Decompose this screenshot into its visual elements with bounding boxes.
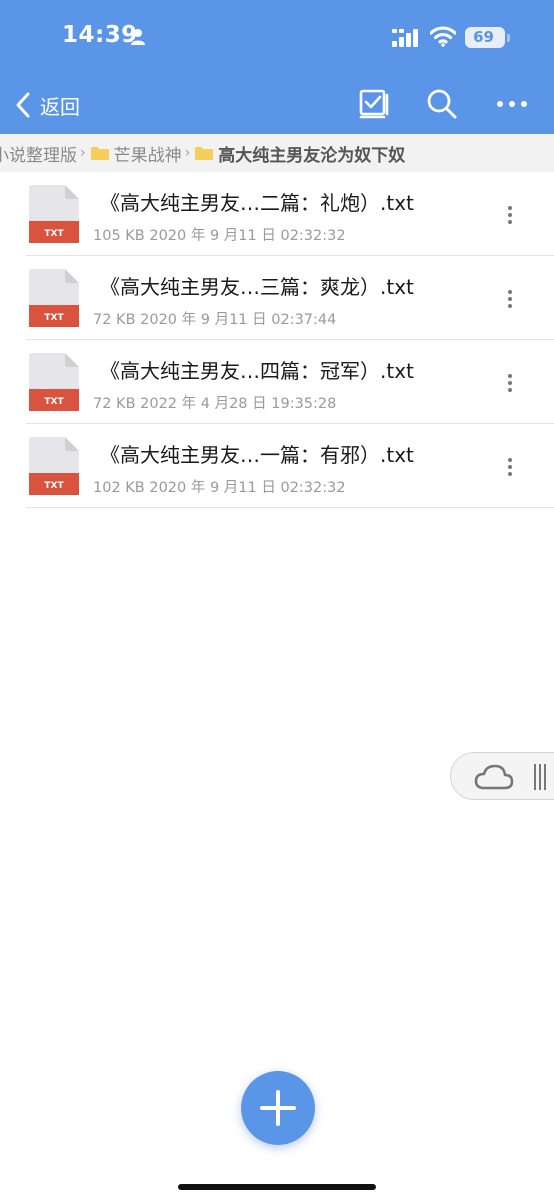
- battery-level: 69: [473, 28, 494, 46]
- home-indicator: [178, 1184, 376, 1190]
- breadcrumb: 小说整理版 › 芒果战神 › 高大纯主男友沦为奴下奴: [0, 134, 554, 172]
- battery-cap: [507, 34, 510, 42]
- breadcrumb-item[interactable]: 小说整理版: [0, 141, 77, 166]
- person-icon: [131, 29, 145, 45]
- file-meta: 102 KB 2020 年 9 月11 日 02:32:32: [93, 480, 346, 496]
- file-more-button[interactable]: [498, 368, 522, 398]
- file-more-button[interactable]: [498, 452, 522, 482]
- cellular-signal-icon: [392, 29, 418, 47]
- folder-icon: [90, 146, 109, 160]
- breadcrumb-label: 芒果战神: [113, 145, 182, 166]
- nav-bar: 返回: [0, 72, 554, 134]
- cloud-icon: [474, 764, 514, 790]
- file-list: TXT 《高大纯主男友…二篇：礼炮）.txt 105 KB 2020 年 9 月…: [0, 172, 554, 508]
- back-button[interactable]: 返回: [14, 88, 80, 122]
- file-meta: 72 KB 2020 年 9 月11 日 02:37:44: [93, 312, 337, 328]
- multi-select-icon: [359, 89, 389, 119]
- breadcrumb-item-current[interactable]: 高大纯主男友沦为奴下奴: [194, 141, 405, 166]
- app-header: 14:39 69 返回: [0, 0, 554, 134]
- txt-file-icon: TXT: [29, 185, 79, 243]
- breadcrumb-label: 高大纯主男友沦为奴下奴: [218, 145, 406, 166]
- file-more-button[interactable]: [498, 284, 522, 314]
- file-type-badge: TXT: [44, 229, 64, 239]
- folder-icon: [195, 146, 214, 160]
- file-name: 《高大纯主男友…三篇：爽龙）.txt: [100, 275, 414, 299]
- back-label: 返回: [40, 94, 80, 119]
- file-row[interactable]: TXT 《高大纯主男友…三篇：爽龙）.txt 72 KB 2020 年 9 月1…: [0, 256, 554, 340]
- file-meta: 72 KB 2022 年 4 月28 日 19:35:28: [93, 396, 337, 412]
- file-type-badge: TXT: [44, 397, 64, 407]
- file-name: 《高大纯主男友…二篇：礼炮）.txt: [100, 191, 414, 215]
- file-type-badge: TXT: [44, 481, 64, 491]
- add-button[interactable]: [241, 1071, 315, 1145]
- txt-file-icon: TXT: [29, 353, 79, 411]
- file-meta: 105 KB 2020 年 9 月11 日 02:32:32: [93, 228, 346, 244]
- more-icon: [497, 101, 527, 107]
- breadcrumb-label: 小说整理版: [0, 145, 77, 166]
- back-chevron-icon: [16, 92, 30, 118]
- file-row[interactable]: TXT 《高大纯主男友…一篇：有邪）.txt 102 KB 2020 年 9 月…: [0, 424, 554, 508]
- search-icon: [427, 89, 457, 119]
- file-name: 《高大纯主男友…一篇：有邪）.txt: [100, 443, 414, 467]
- txt-file-icon: TXT: [29, 437, 79, 495]
- grip-icon: [534, 764, 546, 790]
- status-time: 14:39: [62, 22, 138, 48]
- file-row[interactable]: TXT 《高大纯主男友…四篇：冠军）.txt 72 KB 2022 年 4 月2…: [0, 340, 554, 424]
- file-more-button[interactable]: [498, 200, 522, 230]
- status-bar: 14:39 69: [0, 0, 554, 72]
- more-options-button[interactable]: [494, 86, 530, 122]
- chevron-right-icon: ›: [184, 145, 191, 161]
- chevron-right-icon: ›: [80, 145, 86, 161]
- file-row[interactable]: TXT 《高大纯主男友…二篇：礼炮）.txt 105 KB 2020 年 9 月…: [0, 172, 554, 256]
- txt-file-icon: TXT: [29, 269, 79, 327]
- breadcrumb-item[interactable]: 芒果战神: [90, 141, 182, 166]
- file-type-badge: TXT: [44, 313, 64, 323]
- multi-select-button[interactable]: [355, 86, 391, 122]
- search-button[interactable]: [424, 86, 460, 122]
- battery-indicator: 69: [465, 27, 505, 48]
- file-name: 《高大纯主男友…四篇：冠军）.txt: [100, 359, 414, 383]
- floating-cloud-button[interactable]: [450, 752, 554, 800]
- wifi-icon: [430, 26, 456, 47]
- plus-icon: [260, 1090, 296, 1126]
